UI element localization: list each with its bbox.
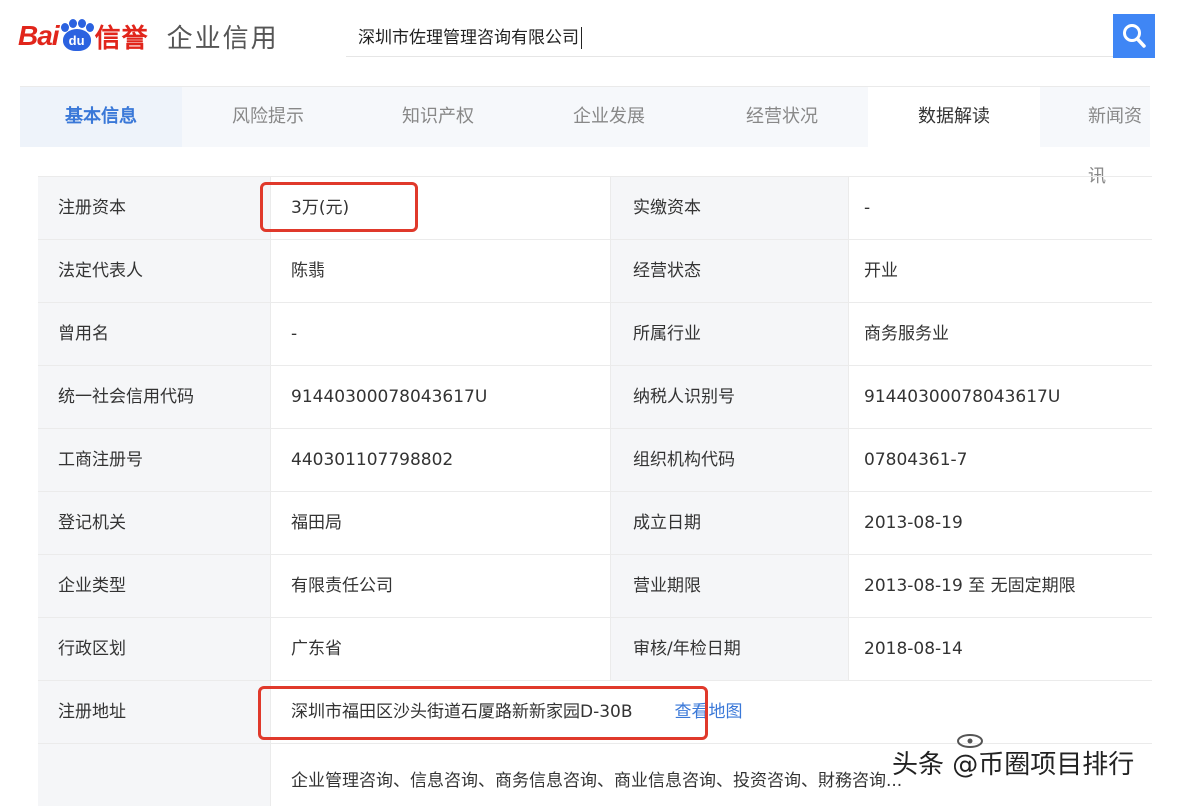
tab-basic-info[interactable]: 基本信息	[20, 87, 182, 147]
row-value: -	[270, 303, 610, 365]
table-row: 曾用名 - 所属行业 商务服务业	[38, 303, 1152, 366]
row-label: 统一社会信用代码	[38, 366, 270, 428]
row-value: 陈翡	[270, 240, 610, 302]
table-row: 注册资本 3万(元) 实缴资本 -	[38, 177, 1152, 240]
row-label: 登记机关	[38, 492, 270, 554]
tab-risk-alerts[interactable]: 风险提示	[182, 87, 354, 147]
row-value: 商务服务业	[848, 303, 1152, 365]
row-label: 注册资本	[38, 177, 270, 239]
row-label: 经营状态	[610, 240, 848, 302]
search-query-text: 深圳市佐理管理咨询有限公司	[358, 28, 579, 48]
highlight-box-capital	[260, 182, 418, 232]
row-value: 2013-08-19 至 无固定期限	[848, 555, 1152, 617]
search-input[interactable]: 深圳市佐理管理咨询有限公司	[346, 14, 1114, 57]
row-label: 组织机构代码	[610, 429, 848, 491]
table-row: 法定代表人 陈翡 经营状态 开业	[38, 240, 1152, 303]
table-row: 登记机关 福田局 成立日期 2013-08-19	[38, 492, 1152, 555]
row-label: 曾用名	[38, 303, 270, 365]
tab-operations[interactable]: 经营状况	[696, 87, 868, 147]
tab-data-insight[interactable]: 数据解读	[868, 87, 1040, 147]
row-label: 营业期限	[610, 555, 848, 617]
tab-bar: 基本信息 风险提示 知识产权 企业发展 经营状况 数据解读 新闻资讯	[20, 86, 1150, 187]
tab-intellectual-property[interactable]: 知识产权	[354, 87, 522, 147]
row-label: 成立日期	[610, 492, 848, 554]
tab-development[interactable]: 企业发展	[522, 87, 696, 147]
row-value: 91440300078043617U	[270, 366, 610, 428]
business-scope-label	[38, 744, 270, 806]
row-value: 福田局	[270, 492, 610, 554]
watermark-text: 头条 @币圈项目排行	[892, 750, 1135, 780]
row-label: 工商注册号	[38, 429, 270, 491]
row-value: 广东省	[270, 618, 610, 680]
row-value: -	[848, 177, 1152, 239]
table-row: 企业类型 有限责任公司 营业期限 2013-08-19 至 无固定期限	[38, 555, 1152, 618]
search-icon	[1123, 24, 1146, 48]
logo-du-text: du	[62, 29, 91, 51]
row-label: 审核/年检日期	[610, 618, 848, 680]
row-value: 07804361-7	[848, 429, 1152, 491]
search-button[interactable]	[1113, 14, 1155, 58]
text-caret	[581, 27, 582, 49]
table-row: 行政区划 广东省 审核/年检日期 2018-08-14	[38, 618, 1152, 681]
row-label: 所属行业	[610, 303, 848, 365]
row-label: 行政区划	[38, 618, 270, 680]
row-label: 法定代表人	[38, 240, 270, 302]
logo-bai-text: Bai	[18, 20, 60, 51]
row-label: 企业类型	[38, 555, 270, 617]
row-value: 440301107798802	[270, 429, 610, 491]
row-value: 开业	[848, 240, 1152, 302]
baidu-paw-icon: du	[60, 19, 94, 53]
table-row: 工商注册号 440301107798802 组织机构代码 07804361-7	[38, 429, 1152, 492]
logo-xinyu-text: 信誉	[94, 23, 149, 54]
tab-news[interactable]: 新闻资讯	[1040, 87, 1150, 187]
row-label: 纳税人识别号	[610, 366, 848, 428]
baidu-xinyu-logo[interactable]: Bai du 信誉 企业信用	[18, 14, 279, 58]
product-name: 企业信用	[166, 23, 279, 54]
row-value: 2018-08-14	[848, 618, 1152, 680]
row-value: 2013-08-19	[848, 492, 1152, 554]
row-value: 有限责任公司	[270, 555, 610, 617]
row-value: 91440300078043617U	[848, 366, 1152, 428]
row-label: 实缴资本	[610, 177, 848, 239]
header-bar: Bai du 信誉 企业信用 深圳市佐理管理咨询有限公司	[0, 0, 1194, 78]
highlight-box-address	[258, 686, 708, 740]
address-label: 注册地址	[38, 681, 270, 743]
table-row: 统一社会信用代码 91440300078043617U 纳税人识别号 91440…	[38, 366, 1152, 429]
company-info-table: 注册资本 3万(元) 实缴资本 - 法定代表人 陈翡 经营状态 开业 曾用名 -…	[38, 176, 1152, 806]
